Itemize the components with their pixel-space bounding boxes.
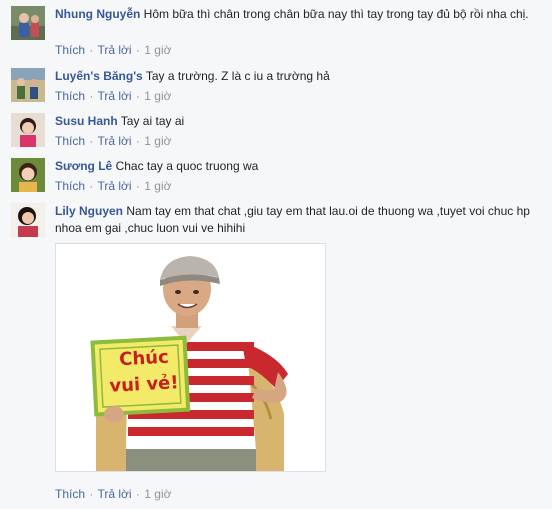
avatar[interactable]: [11, 68, 45, 102]
comment-text: Tay a trường. Z là c iu a trường hả: [145, 69, 330, 83]
like-link[interactable]: Thích: [55, 487, 85, 501]
comment-text: Nam tay em that chat ,giu tay em that la…: [55, 204, 530, 235]
reply-link[interactable]: Trả lời: [97, 179, 131, 193]
separator: ·: [89, 43, 94, 57]
timestamp[interactable]: 1 giờ: [144, 179, 171, 193]
separator: ·: [89, 89, 94, 103]
separator: ·: [89, 134, 94, 148]
reply-link[interactable]: Trả lời: [97, 43, 131, 57]
timestamp[interactable]: 1 giờ: [144, 43, 171, 57]
commenter-name[interactable]: Sương Lê: [55, 159, 112, 173]
comment-actions: Thích · Trả lời · 1 giờ: [55, 88, 171, 104]
reply-link[interactable]: Trả lời: [97, 89, 131, 103]
attached-photo[interactable]: Chúc vui vẻ!: [55, 243, 326, 472]
comment-text: Tay ai tay ai: [120, 114, 185, 128]
avatar[interactable]: [11, 158, 45, 192]
timestamp[interactable]: 1 giờ: [144, 134, 171, 148]
sign-line-2: vui vẻ!: [108, 372, 180, 397]
commenter-name[interactable]: Lily Nguyen: [55, 204, 123, 218]
separator: ·: [89, 179, 94, 193]
like-link[interactable]: Thích: [55, 179, 85, 193]
commenter-name[interactable]: Nhung Nguyễn: [55, 7, 140, 21]
comment-actions: Thích · Trả lời · 1 giờ: [55, 42, 171, 58]
comment-text: Chac tay a quoc truong wa: [115, 159, 259, 173]
like-link[interactable]: Thích: [55, 134, 85, 148]
sign-line-1: Chúc: [118, 346, 170, 371]
commenter-name[interactable]: Luyến's Băng's: [55, 69, 143, 83]
separator: ·: [135, 43, 140, 57]
avatar[interactable]: [11, 113, 45, 147]
comment-actions: Thích · Trả lời · 1 giờ: [55, 178, 171, 194]
comment-actions: Thích · Trả lời · 1 giờ: [55, 133, 171, 149]
separator: ·: [135, 134, 140, 148]
separator: ·: [89, 487, 94, 501]
separator: ·: [135, 487, 140, 501]
comment-text: Hôm bữa thì chân trong chân bữa nay thì …: [143, 7, 529, 21]
reply-link[interactable]: Trả lời: [97, 134, 131, 148]
reply-link[interactable]: Trả lời: [97, 487, 131, 501]
separator: ·: [135, 179, 140, 193]
avatar[interactable]: [11, 203, 45, 237]
commenter-name[interactable]: Susu Hanh: [55, 114, 118, 128]
comment-actions: Thích · Trả lời · 1 giờ: [55, 486, 171, 502]
like-link[interactable]: Thích: [55, 89, 85, 103]
timestamp[interactable]: 1 giờ: [144, 89, 171, 103]
like-link[interactable]: Thích: [55, 43, 85, 57]
avatar[interactable]: [11, 6, 45, 40]
timestamp[interactable]: 1 giờ: [144, 487, 171, 501]
separator: ·: [135, 89, 140, 103]
